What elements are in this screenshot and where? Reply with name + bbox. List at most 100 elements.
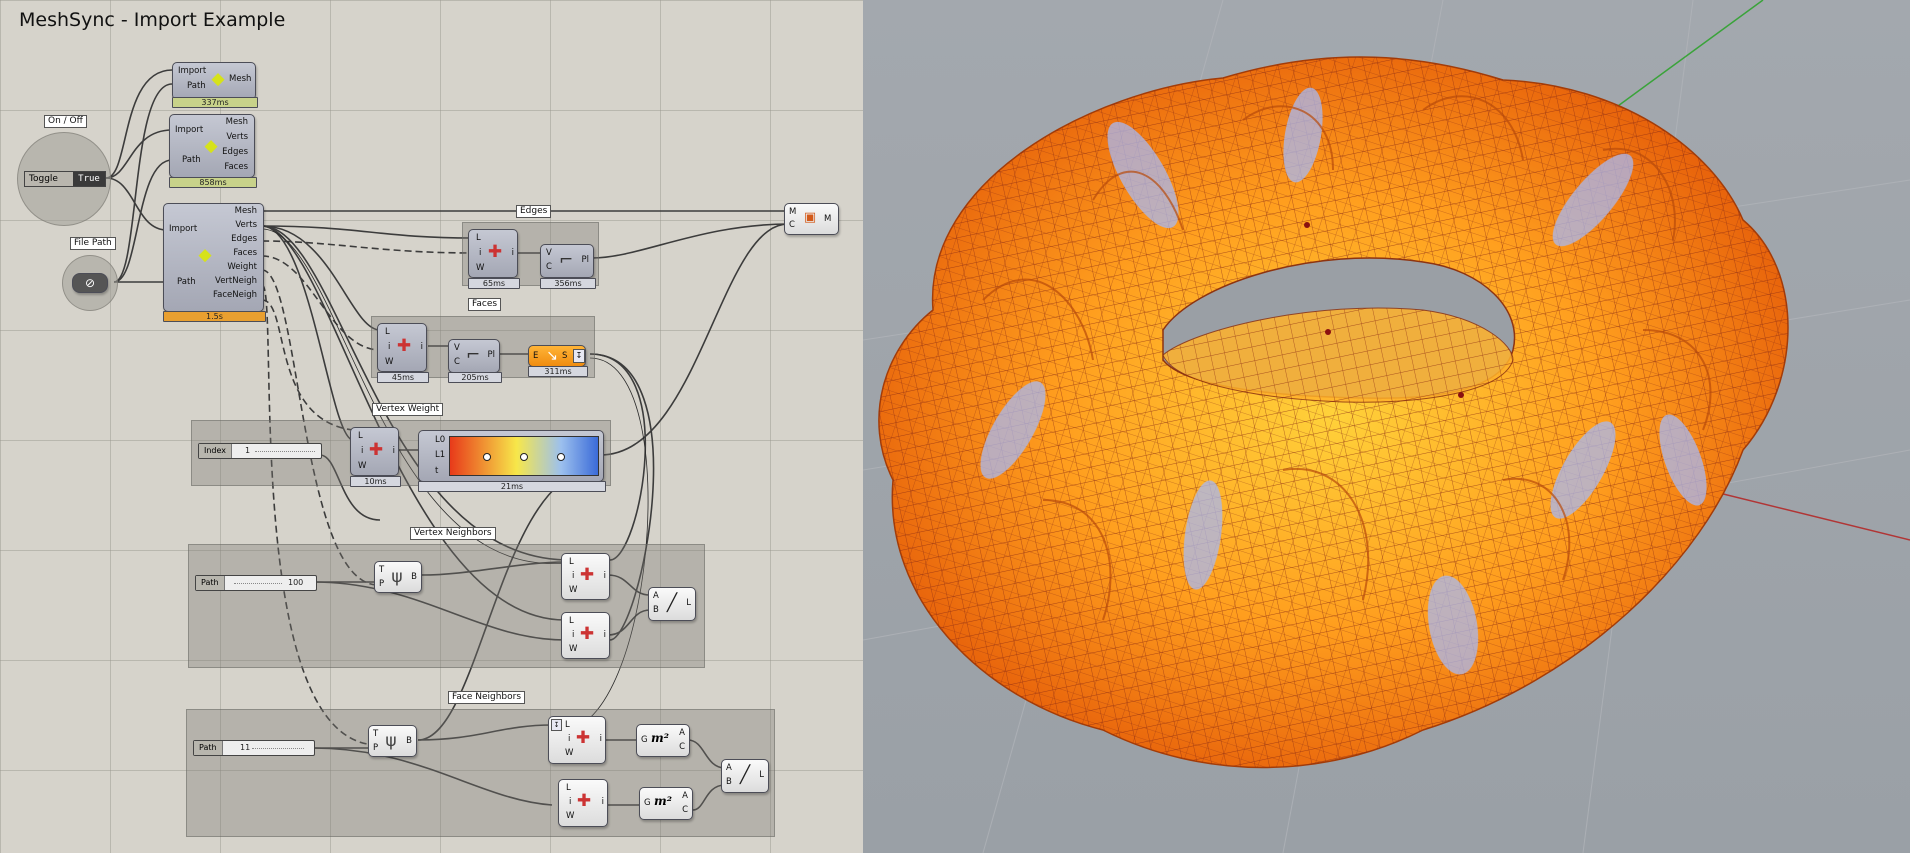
output-item[interactable]: i [421,342,423,352]
input-a[interactable]: A [653,591,659,601]
vn-list-item-a[interactable]: L i W ✚ i [561,553,610,600]
output-verts[interactable]: Verts [235,220,257,230]
gradient-grip-3[interactable] [557,453,565,461]
vn-line[interactable]: A B ╱ L [648,587,696,621]
output-b[interactable]: B [406,736,412,746]
toggle-value[interactable]: True [73,172,105,186]
input-list[interactable]: L [385,327,390,337]
gradient-component[interactable]: L0 L1 t [418,430,604,482]
output-pl[interactable]: Pl [582,255,590,265]
input-list[interactable]: L [569,616,574,626]
input-l0[interactable]: L0 [435,435,445,445]
slider-track[interactable] [252,748,304,749]
input-list[interactable]: L [569,557,574,567]
slider-value[interactable]: 100 [288,576,303,590]
input-wrap[interactable]: W [385,357,393,367]
input-c[interactable]: C [454,357,460,367]
input-p[interactable]: P [373,743,378,753]
input-b[interactable]: B [726,777,732,787]
output-edges[interactable]: Edges [231,234,257,244]
input-import[interactable]: Import [175,125,203,135]
import-mesh-large[interactable]: Import Path ◆ Mesh Verts Edges Faces Wei… [163,203,264,312]
mesh-preview[interactable]: M C ▣ M [784,203,839,235]
output-item[interactable]: i [393,446,395,456]
output-faces[interactable]: Faces [224,162,248,172]
faces-endpoints[interactable]: V C ⌐ Pl [448,339,500,373]
input-index[interactable]: i [569,797,571,807]
output-l[interactable]: L [759,770,764,780]
fn-area-a[interactable]: G m² A C [636,724,690,757]
input-mesh[interactable]: M [789,207,796,217]
input-t[interactable]: T [379,565,384,575]
rhino-viewport[interactable] [863,0,1910,853]
input-list[interactable]: L [358,431,363,441]
output-faceneigh[interactable]: FaceNeigh [213,290,257,300]
input-wrap[interactable]: W [569,644,577,654]
path-slider-fn[interactable]: Path 11 [193,740,315,756]
import-mesh-medium[interactable]: Import Path ◆ Mesh Verts Edges Faces [169,114,255,178]
input-path[interactable]: Path [187,81,206,91]
output-edges[interactable]: Edges [222,147,248,157]
input-g[interactable]: G [644,798,651,808]
input-v[interactable]: V [546,248,552,258]
index-slider[interactable]: Index 1 [198,443,322,459]
output-item[interactable]: i [604,630,606,640]
input-g[interactable]: G [641,735,648,745]
input-import[interactable]: Import [169,224,197,234]
input-path[interactable]: Path [182,155,201,165]
output-c[interactable]: C [679,742,685,752]
vn-list-item-b[interactable]: L i W ✚ i [561,612,610,659]
gradient-grip-2[interactable] [520,453,528,461]
input-b[interactable]: B [653,605,659,615]
input-wrap[interactable]: W [569,585,577,595]
group-vertex-neighbors[interactable] [188,544,705,668]
input-index[interactable]: i [572,630,574,640]
boolean-toggle[interactable]: Toggle True [24,171,106,187]
path-slider-vn[interactable]: Path 100 [195,575,317,591]
input-wrap[interactable]: W [358,461,366,471]
output-weight[interactable]: Weight [227,262,257,272]
input-t[interactable]: t [435,466,438,476]
slider-track[interactable] [234,583,282,584]
output-item[interactable]: i [512,248,514,258]
edges-list-item[interactable]: L i W ✚ i [468,229,518,278]
input-index[interactable]: i [479,248,481,258]
tree-branch-fn[interactable]: T P ψ B [368,725,417,757]
output-pl[interactable]: Pl [488,350,496,360]
input-colour[interactable]: C [789,220,795,230]
edges-endpoints[interactable]: V C ⌐ Pl [540,244,594,278]
output-item[interactable]: i [604,571,606,581]
slider-value[interactable]: 11 [240,741,250,755]
fn-list-item-b[interactable]: L i W ✚ i [558,779,608,827]
output-vertneigh[interactable]: VertNeigh [215,276,257,286]
output-mesh[interactable]: M [824,214,831,224]
input-c[interactable]: C [546,262,552,272]
input-list[interactable]: L [476,233,481,243]
import-mesh-small[interactable]: Import Path ◆ Mesh [172,62,256,100]
input-e[interactable]: E [533,351,538,361]
output-mesh[interactable]: Mesh [235,206,257,216]
fn-area-b[interactable]: G m² A C [639,787,693,820]
input-index[interactable]: i [568,734,570,744]
grasshopper-canvas[interactable]: MeshSync - Import Example Edges Faces Ve… [0,0,863,853]
file-path-param[interactable]: ⊘ [72,273,108,293]
input-index[interactable]: i [572,571,574,581]
tree-branch-vn[interactable]: T P ψ B [374,561,422,593]
output-item[interactable]: i [600,734,602,744]
input-wrap[interactable]: W [476,263,484,273]
slider-track[interactable] [255,451,315,452]
output-b[interactable]: B [411,572,417,582]
output-verts[interactable]: Verts [226,132,248,142]
output-a[interactable]: A [682,791,688,801]
input-import[interactable]: Import [178,66,206,76]
weight-list-item[interactable]: L i W ✚ i [350,427,399,476]
input-index[interactable]: i [361,446,363,456]
input-path[interactable]: Path [177,277,196,287]
input-a[interactable]: A [726,763,732,773]
output-mesh[interactable]: Mesh [229,74,251,84]
output-mesh[interactable]: Mesh [226,117,248,127]
fn-list-item-a[interactable]: ↧ L i W ✚ i [548,716,606,764]
input-t[interactable]: T [373,729,378,739]
input-index[interactable]: i [388,342,390,352]
input-v[interactable]: V [454,343,460,353]
